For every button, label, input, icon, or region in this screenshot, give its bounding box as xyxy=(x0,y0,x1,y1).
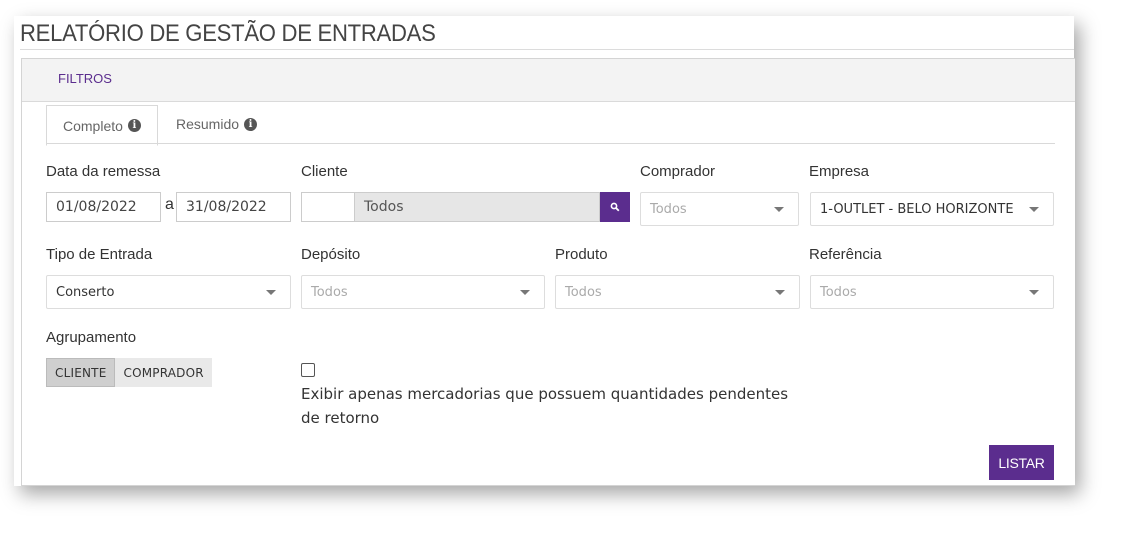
empresa-label: Empresa xyxy=(809,163,870,180)
produto-label: Produto xyxy=(555,246,608,263)
tipo-entrada-select[interactable]: Conserto xyxy=(46,275,291,309)
deposito-select[interactable]: Todos xyxy=(301,275,545,309)
chevron-down-icon xyxy=(774,207,784,212)
filters-panel: FILTROS Completo i Resumido i Data da re… xyxy=(21,58,1075,486)
referencia-value: Todos xyxy=(820,284,857,300)
referencia-label: Referência xyxy=(809,246,882,263)
agrupamento-cliente-button[interactable]: CLIENTE xyxy=(46,358,116,387)
tab-completo[interactable]: Completo i xyxy=(46,105,158,146)
agrupamento-label: Agrupamento xyxy=(46,329,137,346)
search-icon xyxy=(610,202,620,212)
tab-completo-label: Completo xyxy=(63,117,123,134)
filters-panel-header[interactable]: FILTROS xyxy=(22,59,1075,102)
cliente-name-field[interactable]: Todos xyxy=(354,192,600,222)
pendentes-checkbox-label[interactable]: Exibir apenas mercadorias que possuem qu… xyxy=(301,382,791,430)
pendentes-checkbox[interactable] xyxy=(301,363,315,377)
info-circle-icon: i xyxy=(244,117,258,131)
tab-resumido-label: Resumido xyxy=(176,116,240,132)
agrupamento-toggle: CLIENTE COMPRADOR xyxy=(46,358,212,387)
comprador-select[interactable]: Todos xyxy=(640,192,799,226)
page-title: RELATÓRIO DE GESTÃO DE ENTRADAS xyxy=(20,20,436,47)
chevron-down-icon xyxy=(1029,290,1039,295)
tabs-divider xyxy=(46,143,1055,144)
comprador-value: Todos xyxy=(650,201,687,217)
deposito-value: Todos xyxy=(311,284,348,300)
cliente-search-button[interactable] xyxy=(600,192,630,222)
produto-select[interactable]: Todos xyxy=(555,275,800,309)
tab-resumido[interactable]: Resumido i xyxy=(160,105,273,143)
date-range-separator: a xyxy=(165,196,174,213)
chevron-down-icon xyxy=(266,290,276,295)
chevron-down-icon xyxy=(775,290,785,295)
produto-value: Todos xyxy=(565,284,602,300)
data-remessa-label: Data da remessa xyxy=(46,163,161,180)
tipo-entrada-label: Tipo de Entrada xyxy=(46,246,153,263)
cliente-label: Cliente xyxy=(301,163,348,180)
listar-button[interactable]: LISTAR xyxy=(989,445,1054,480)
chevron-down-icon xyxy=(520,290,530,295)
comprador-label: Comprador xyxy=(640,163,716,180)
agrupamento-comprador-button[interactable]: COMPRADOR xyxy=(115,358,212,387)
empresa-value: 1-OUTLET - BELO HORIZONTE xyxy=(820,201,1014,217)
date-from-input[interactable]: 01/08/2022 xyxy=(46,192,161,222)
title-divider xyxy=(20,49,1074,50)
info-circle-icon: i xyxy=(127,119,141,132)
date-to-input[interactable]: 31/08/2022 xyxy=(176,192,291,222)
filters-header-label[interactable]: FILTROS xyxy=(58,71,112,86)
tipo-entrada-value: Conserto xyxy=(56,284,115,300)
cliente-code-input[interactable] xyxy=(301,192,355,222)
deposito-label: Depósito xyxy=(301,246,361,263)
referencia-select[interactable]: Todos xyxy=(810,275,1054,309)
chevron-down-icon xyxy=(1029,207,1039,212)
empresa-select[interactable]: 1-OUTLET - BELO HORIZONTE xyxy=(810,192,1054,226)
